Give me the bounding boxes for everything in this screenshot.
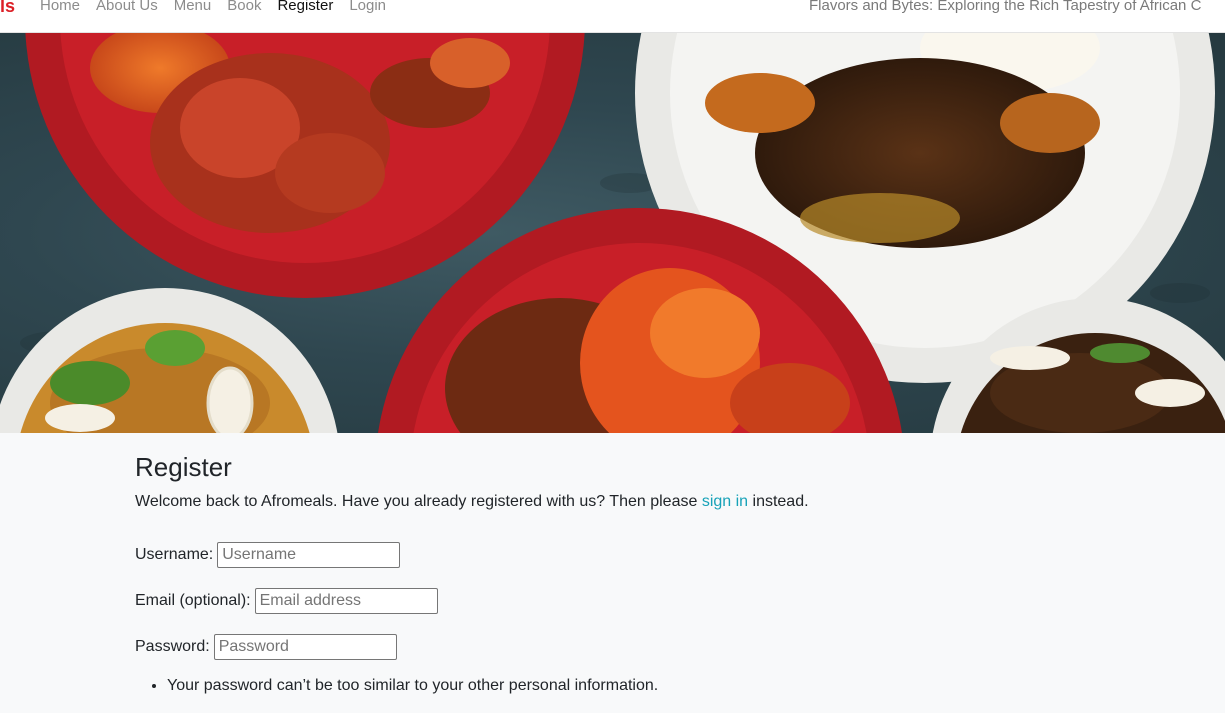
intro-text: Welcome back to Afromeals. Have you alre…: [135, 492, 1035, 512]
nav-link-home[interactable]: Home: [40, 0, 80, 16]
nav-link-register[interactable]: Register: [277, 0, 333, 16]
username-label: Username:: [135, 546, 214, 563]
email-label: Email (optional):: [135, 592, 251, 609]
brand-logo-text[interactable]: ls: [0, 0, 15, 16]
hero-food-image: [0, 33, 1225, 433]
nav-link-login[interactable]: Login: [349, 0, 386, 16]
hero-food-illustration: [0, 33, 1225, 433]
nav-links: Home About Us Menu Book Register Login: [40, 0, 402, 16]
password-help-item: Your password can’t be too similar to yo…: [167, 676, 1035, 696]
username-input[interactable]: [217, 542, 401, 568]
intro-text-after: instead.: [748, 493, 809, 510]
password-label: Password:: [135, 638, 210, 655]
page-title: Register: [135, 452, 232, 482]
username-row: Username:: [135, 540, 1035, 570]
email-row: Email (optional):: [135, 586, 1035, 616]
password-input[interactable]: [213, 634, 397, 660]
nav-link-about-us[interactable]: About Us: [96, 0, 158, 16]
password-row: Password:: [135, 632, 1035, 662]
navbar: ls Home About Us Menu Book Register Logi…: [0, 0, 1225, 33]
nav-link-book[interactable]: Book: [227, 0, 261, 16]
nav-link-menu[interactable]: Menu: [174, 0, 212, 16]
register-section: Register Welcome back to Afromeals. Have…: [135, 433, 1035, 696]
sign-in-link[interactable]: sign in: [702, 493, 748, 510]
password-help-list: Your password can’t be too similar to yo…: [135, 676, 1035, 696]
site-tagline: Flavors and Bytes: Exploring the Rich Ta…: [809, 0, 1202, 14]
intro-text-before: Welcome back to Afromeals. Have you alre…: [135, 493, 702, 510]
email-input[interactable]: [254, 588, 438, 614]
